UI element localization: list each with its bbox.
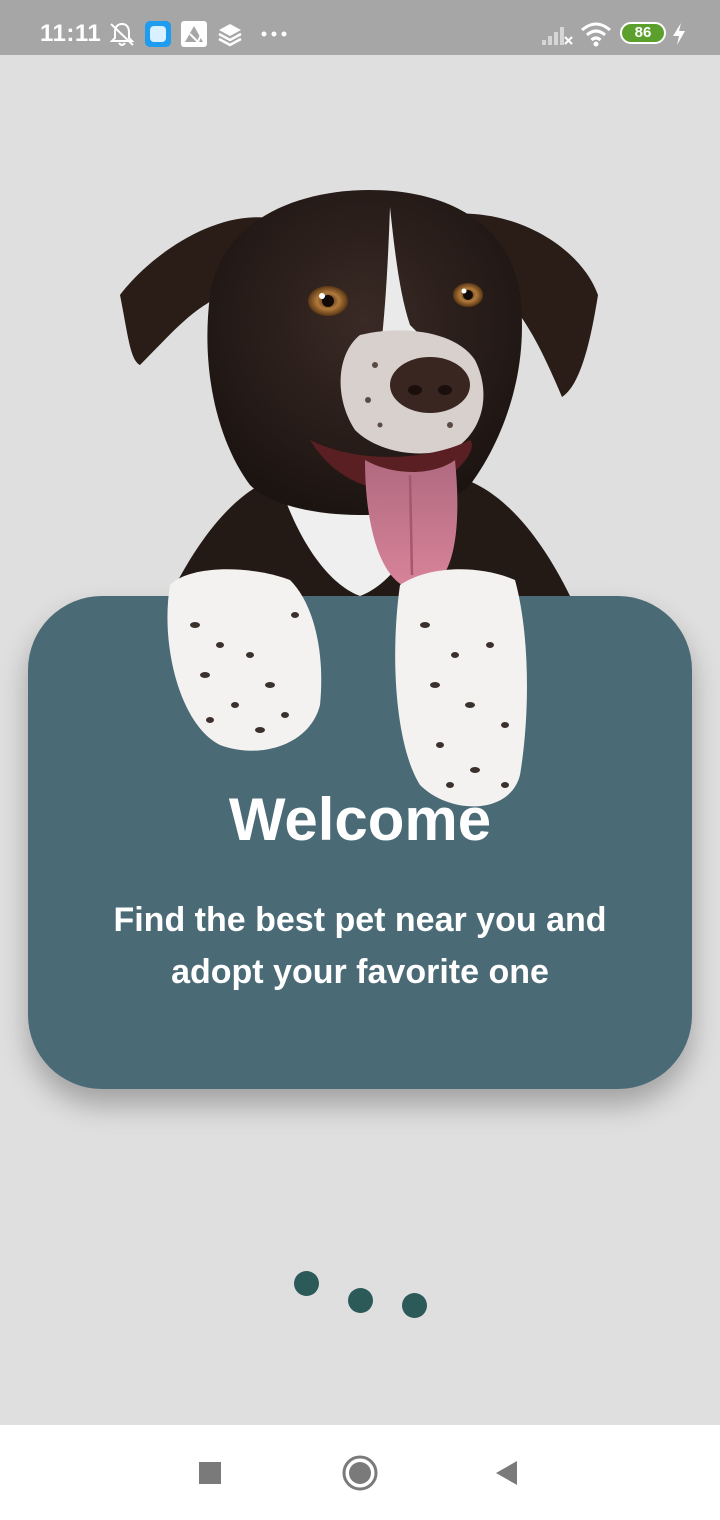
- more-dots-icon: [261, 31, 287, 37]
- home-button[interactable]: [340, 1453, 380, 1493]
- welcome-title: Welcome: [228, 786, 492, 853]
- status-bar: 11:11 86: [0, 0, 720, 55]
- page-dot-2[interactable]: [348, 1288, 373, 1313]
- wifi-icon: [581, 22, 611, 47]
- welcome-subtitle: Find the best pet near you and adopt you…: [113, 901, 607, 991]
- app-blue-icon: [145, 21, 171, 47]
- app-white-icon: [181, 21, 207, 47]
- signal-icon: [542, 27, 573, 45]
- bell-off-icon: [109, 22, 135, 46]
- charging-bolt-icon: [673, 23, 685, 45]
- home-dot-icon: [349, 1462, 371, 1484]
- back-triangle-icon: [496, 1461, 517, 1485]
- system-nav-bar: [0, 1425, 720, 1520]
- recent-apps-button[interactable]: [190, 1453, 230, 1493]
- status-time: 11:11: [40, 20, 102, 47]
- dog-illustration: [120, 190, 598, 807]
- back-button[interactable]: [488, 1453, 528, 1493]
- battery-icon: 86: [620, 22, 666, 44]
- battery-level: 86: [634, 24, 652, 41]
- layers-icon: [218, 24, 242, 47]
- page-dot-3[interactable]: [402, 1293, 427, 1318]
- square-icon: [199, 1462, 221, 1484]
- page-dot-1[interactable]: [294, 1271, 319, 1296]
